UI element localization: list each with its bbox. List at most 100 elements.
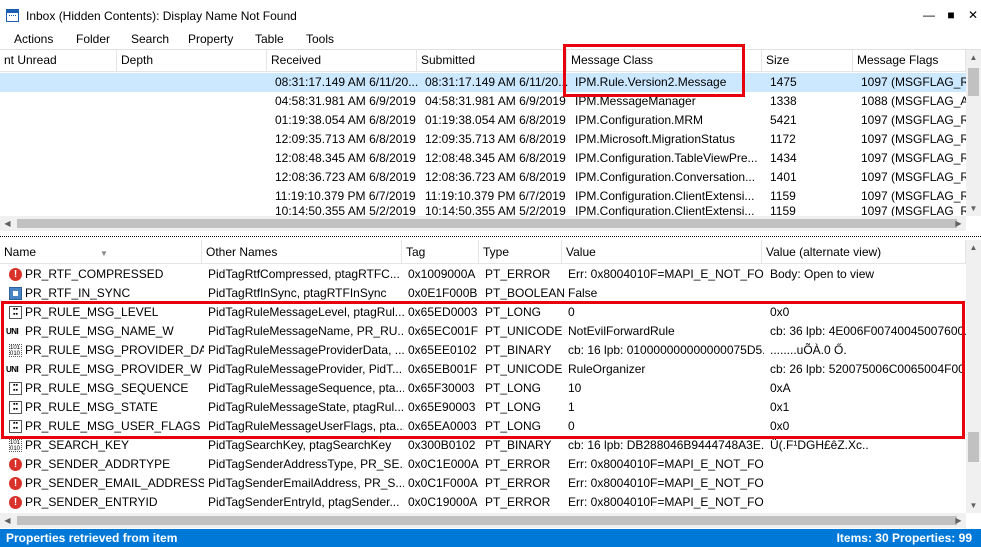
scroll-right-icon[interactable]: ▶ [951,216,966,231]
property-name: PR_RULE_MSG_LEVEL [25,305,159,319]
property-value: Err: 0x8004010F=MAPI_E_NOT_FO... [568,457,764,471]
scroll-down-icon[interactable]: ▼ [966,498,981,513]
property-other-names: PidTagSenderEntryId, ptagSender... [208,495,400,509]
property-value-alt: 0x0 [770,305,790,319]
property-row[interactable]: 101 010 PR_SEARCH_KEY PidTagSearchKey, pt… [0,436,966,455]
messages-vertical-scrollbar[interactable]: ▲ ▼ [966,50,981,216]
col-received[interactable]: Received [267,50,417,72]
received-cell: 12:08:48.345 AM 6/8/2019 [275,151,416,165]
property-tag: 0x1009000A [408,267,476,281]
message-row[interactable]: 11:19:10.379 PM 6/7/2019 11:19:10.379 PM… [0,187,966,206]
size-cell: 1159 [770,206,796,216]
scroll-thumb[interactable] [968,68,979,96]
property-other-names: PidTagRuleMessageLevel, ptagRul... [208,305,404,319]
property-type: PT_BINARY [485,438,552,452]
col-size[interactable]: Size [762,50,853,72]
property-tag: 0x0C1F000A [408,476,479,490]
received-cell: 10:14:50.355 AM 5/2/2019 [275,206,416,216]
properties-vertical-scrollbar[interactable]: ▲ ▼ [966,240,981,513]
property-row[interactable]: PR_RTF_IN_SYNC PidTagRtfInSync, ptagRTFI… [0,284,966,303]
property-type: PT_LONG [485,419,542,433]
message-row[interactable]: 04:58:31.981 AM 6/9/2019 04:58:31.981 AM… [0,92,966,111]
col-message-flags[interactable]: Message Flags [853,50,966,72]
property-row[interactable]: ▪▪ ▪▪ PR_RULE_MSG_STATE PidTagRuleMessage… [0,398,966,417]
scroll-down-icon[interactable]: ▼ [966,201,981,216]
close-button[interactable]: ✕ [965,8,981,22]
menu-tools[interactable]: Tools [306,32,334,46]
property-name: PR_SENDER_ENTRYID [25,495,158,509]
received-cell: 12:09:35.713 AM 6/8/2019 [275,132,416,146]
col-type[interactable]: Type [479,240,562,264]
property-row[interactable]: 101 010 PR_RULE_MSG_PROVIDER_DATA PidTagR… [0,341,966,360]
message-class-cell: IPM.MessageManager [575,94,696,108]
menu-folder[interactable]: Folder [76,32,110,46]
property-row[interactable]: ▪▪ ▪▪ PR_RULE_MSG_LEVEL PidTagRuleMessage… [0,303,966,322]
menu-search[interactable]: Search [131,32,169,46]
property-row[interactable]: UNI PR_RULE_MSG_PROVIDER_W PidTagRuleMes… [0,360,966,379]
received-cell: 04:58:31.981 AM 6/9/2019 [275,94,416,108]
property-name: PR_SEARCH_KEY [25,438,130,452]
menu-table[interactable]: Table [255,32,284,46]
scroll-thumb[interactable] [968,432,979,462]
property-value-alt [766,493,966,512]
property-row[interactable]: ! PR_SENDER_EMAIL_ADDRESS PidTagSenderEm… [0,474,966,493]
message-row[interactable]: 01:19:38.054 AM 6/8/2019 01:19:38.054 AM… [0,111,966,130]
col-submitted[interactable]: Submitted [417,50,567,72]
col-depth[interactable]: Depth [117,50,267,72]
scroll-left-icon[interactable]: ◀ [0,216,15,231]
property-tag: 0x65ED0003 [408,305,478,319]
property-type: PT_ERROR [485,476,551,490]
message-row[interactable]: 12:08:36.723 AM 6/8/2019 12:08:36.723 AM… [0,168,966,187]
property-value: Err: 0x8004010F=MAPI_E_NOT_FO... [568,476,764,490]
property-row[interactable]: ▪▪ ▪▪ PR_RULE_MSG_SEQUENCE PidTagRuleMess… [0,379,966,398]
message-row[interactable]: 08:31:17.149 AM 6/11/20... 08:31:17.149 … [0,73,966,92]
property-value: 0 [568,305,575,319]
property-name: PR_RTF_COMPRESSED [25,267,164,281]
menu-property[interactable]: Property [188,32,233,46]
window-title: Inbox (Hidden Contents): Display Name No… [26,9,297,23]
property-row[interactable]: UNI PR_RULE_MSG_NAME_W PidTagRuleMessage… [0,322,966,341]
property-row[interactable]: ! PR_RTF_COMPRESSED PidTagRtfCompressed,… [0,265,966,284]
scroll-right-icon[interactable]: ▶ [951,513,966,528]
scroll-up-icon[interactable]: ▲ [966,240,981,255]
scroll-thumb[interactable] [17,219,957,228]
property-value-alt: cb: 36 lpb: 4E006F00740045007600... [770,324,966,338]
property-type: PT_ERROR [485,267,551,281]
col-other-names[interactable]: Other Names [202,240,402,264]
scroll-up-icon[interactable]: ▲ [966,50,981,65]
col-name[interactable]: Name ▼ [0,240,202,264]
status-message: Properties retrieved from item [6,531,178,545]
property-tag: 0x65EB001F [408,362,478,376]
maximize-button[interactable]: ■ [943,8,959,22]
property-row[interactable]: ! PR_SENDER_ADDRTYPE PidTagSenderAddress… [0,455,966,474]
received-cell: 01:19:38.054 AM 6/8/2019 [275,113,416,127]
flags-cell: 1097 (MSGFLAG_RE... [861,113,966,127]
menu-actions[interactable]: Actions [14,32,53,46]
flags-cell: 1097 (MSGFLAG_RE... [861,206,966,216]
col-value-alt[interactable]: Value (alternate view) [762,240,966,264]
property-type: PT_BINARY [485,343,552,357]
message-row[interactable]: 10:14:50.355 AM 5/2/2019 10:14:50.355 AM… [0,206,966,216]
message-row[interactable]: 12:09:35.713 AM 6/8/2019 12:09:35.713 AM… [0,130,966,149]
pane-splitter[interactable] [0,236,981,237]
scroll-thumb[interactable] [17,516,957,525]
property-row[interactable]: ! PR_SENDER_ENTRYID PidTagSenderEntryId,… [0,493,966,512]
property-other-names: PidTagSenderEmailAddress, PR_S... [208,476,404,490]
message-row[interactable]: 12:08:48.345 AM 6/8/2019 12:08:48.345 AM… [0,149,966,168]
properties-pane: Name ▼ Other Names Tag Type Value Value … [0,240,981,528]
property-row[interactable]: ▪▪ ▪▪ PR_RULE_MSG_USER_FLAGS PidTagRuleMe… [0,417,966,436]
flags-cell: 1088 (MSGFLAG_AS... [861,94,966,108]
col-tag[interactable]: Tag [402,240,479,264]
property-name: PR_SENDER_EMAIL_ADDRESS [25,476,204,490]
col-value[interactable]: Value [562,240,762,264]
col-message-class[interactable]: Message Class [567,50,762,72]
property-type: PT_LONG [485,305,542,319]
col-unread[interactable]: nt Unread [0,50,117,72]
message-class-cell: IPM.Configuration.TableViewPre... [575,151,758,165]
messages-horizontal-scrollbar[interactable]: ◀ ▶ [0,216,966,231]
message-class-cell: IPM.Configuration.ClientExtensi... [575,206,755,216]
properties-horizontal-scrollbar[interactable]: ◀ ▶ [0,513,966,528]
property-other-names: PidTagRtfInSync, ptagRTFInSync [208,286,387,300]
minimize-button[interactable]: — [921,8,937,22]
scroll-left-icon[interactable]: ◀ [0,513,15,528]
